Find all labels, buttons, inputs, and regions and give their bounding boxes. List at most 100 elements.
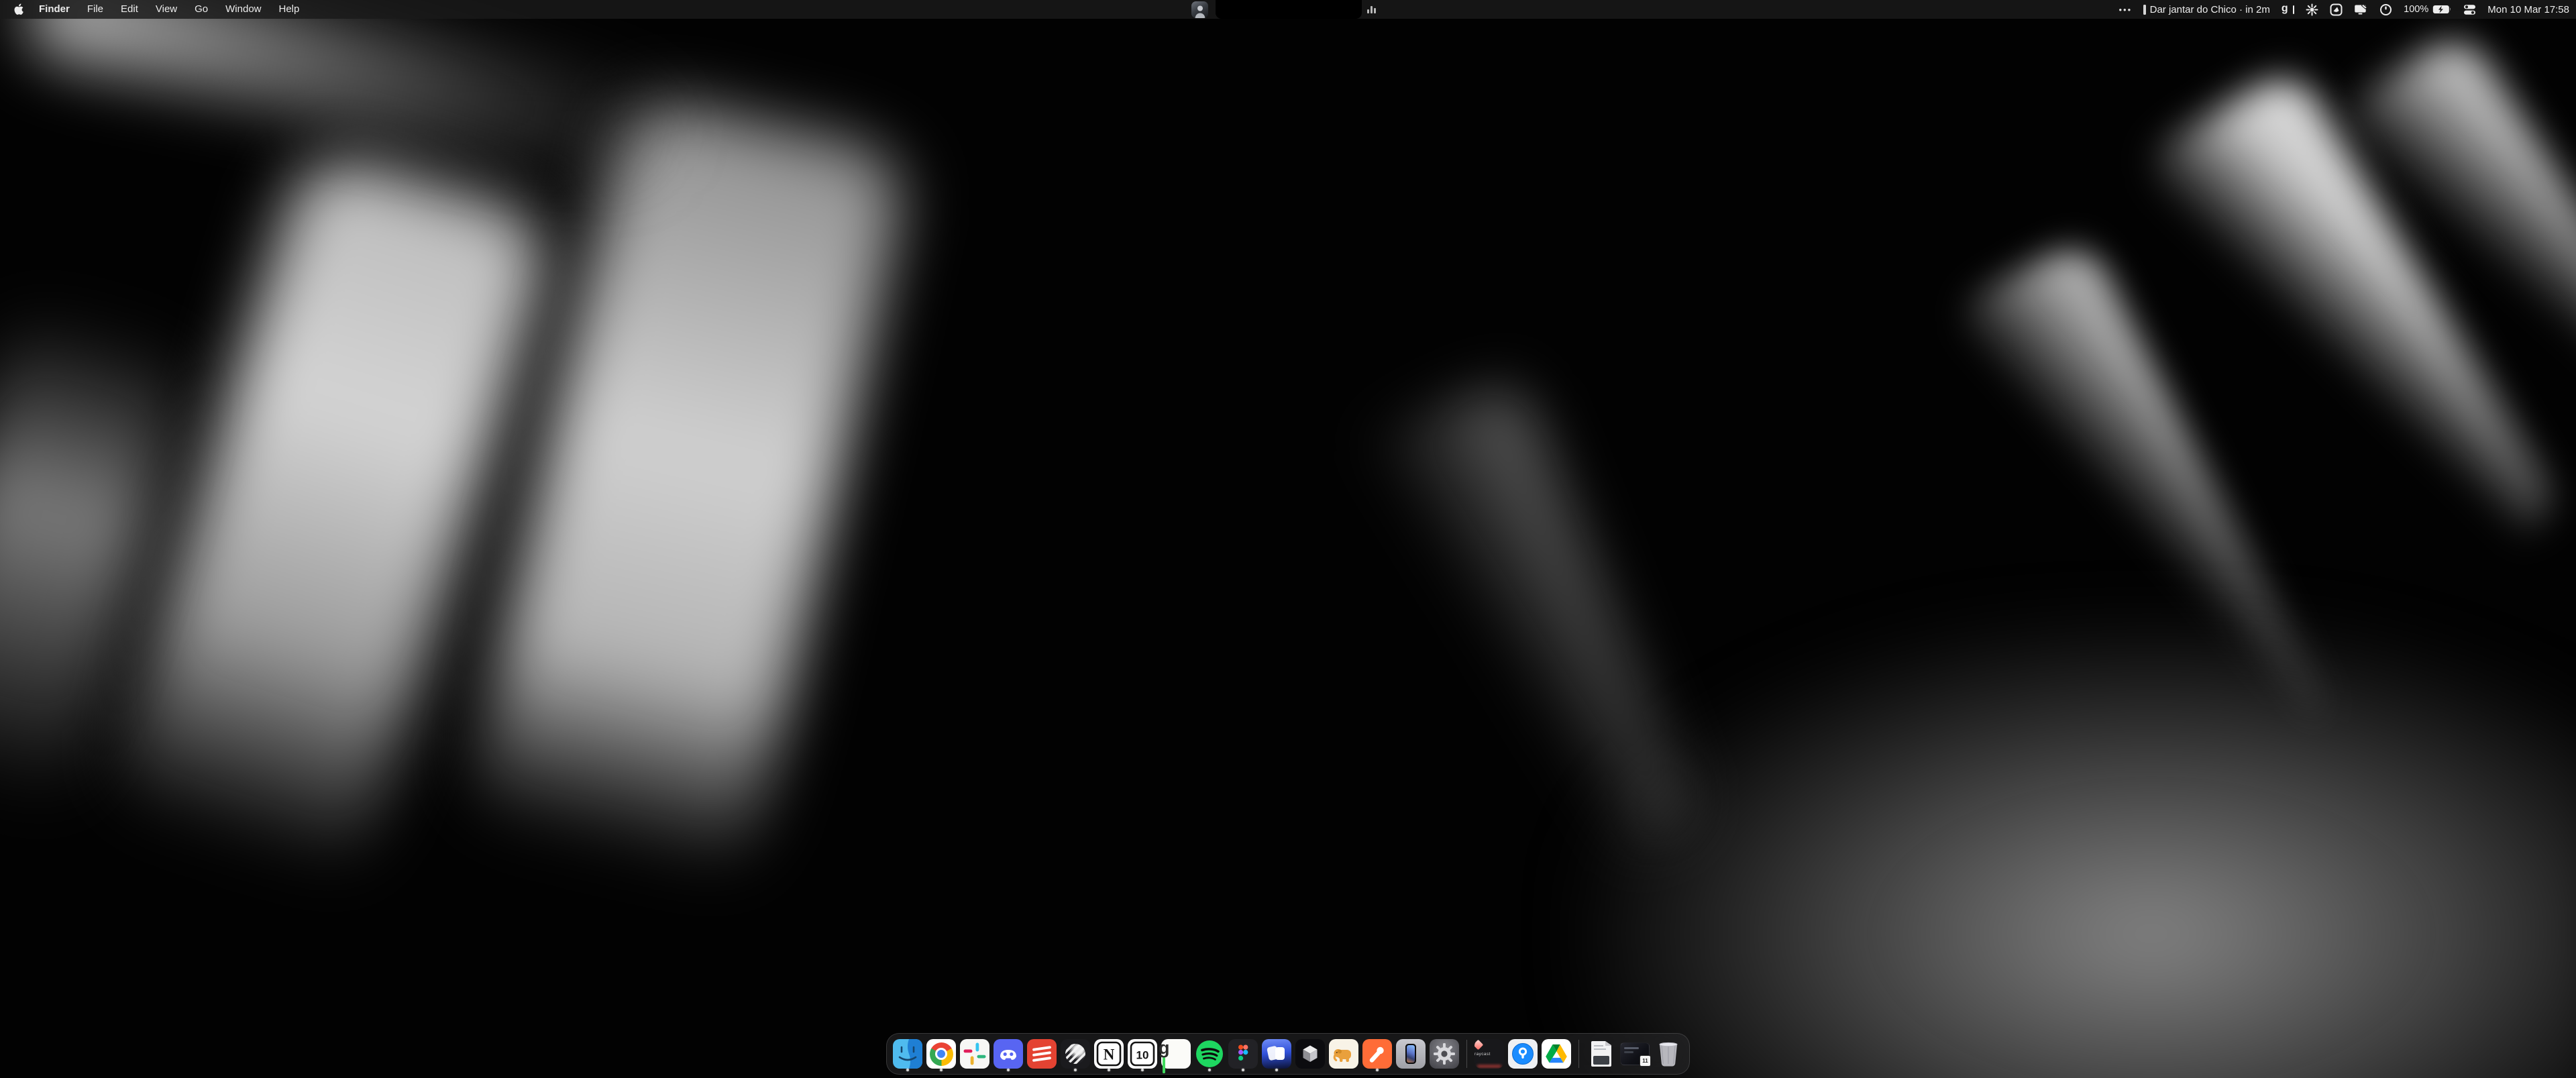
dock-screen-studio[interactable]: [1262, 1036, 1291, 1071]
menu-bar: Finder File Edit View Go Window Help •••…: [0, 0, 2576, 19]
iphone-mirroring-icon: [1396, 1039, 1426, 1069]
display-menubar-item[interactable]: [2354, 3, 2368, 15]
granola-menubar-item[interactable]: g: [2282, 3, 2294, 15]
dock-screenshot-file[interactable]: 11: [1620, 1036, 1650, 1071]
screen-studio-icon: [1262, 1039, 1291, 1069]
desktop: Finder File Edit View Go Window Help •••…: [0, 0, 2576, 1078]
dock-system-settings[interactable]: [1430, 1036, 1459, 1071]
gear-sun-icon: [2306, 3, 2318, 16]
dock-todoist[interactable]: [1027, 1036, 1057, 1071]
todoist-icon: [1027, 1039, 1057, 1069]
display-icon: [2354, 3, 2368, 15]
dock-notion[interactable]: N: [1094, 1036, 1124, 1071]
document-file-icon: [1591, 1041, 1611, 1067]
running-indicator: [1074, 1069, 1077, 1071]
dock-chrome[interactable]: [926, 1036, 956, 1071]
running-indicator: [940, 1069, 943, 1071]
granola-icon: g: [1161, 1039, 1191, 1069]
menu-bar-status: ••• Dar jantar do Chico · in 2m g: [2118, 3, 2576, 16]
gear-sun-menubar-item[interactable]: [2306, 3, 2318, 16]
dock-separator: [1578, 1040, 1579, 1068]
system-settings-icon: [1430, 1039, 1459, 1069]
keyhole-circle-icon: [2379, 3, 2392, 16]
overflow-menu-item[interactable]: •••: [2118, 5, 2132, 15]
running-indicator: [1275, 1069, 1278, 1071]
menu-view[interactable]: View: [147, 0, 186, 19]
running-indicator: [1007, 1069, 1010, 1071]
svg-text:10: 10: [1136, 1049, 1149, 1062]
finder-icon: [893, 1039, 922, 1069]
granola-g-icon: g: [2282, 3, 2288, 15]
menu-file[interactable]: File: [78, 0, 112, 19]
dock-spline[interactable]: [1295, 1036, 1325, 1071]
wallpaper-band: [464, 91, 912, 881]
battery-charging-icon: [2432, 5, 2452, 14]
dock: N 10 g: [886, 1033, 1690, 1075]
menu-bar-clock[interactable]: Mon 10 Mar 17:58: [2487, 4, 2569, 15]
wallpaper: [0, 0, 2576, 1078]
audio-bars-icon[interactable]: [1367, 6, 1376, 13]
dock-raycast[interactable]: raycast: [1474, 1036, 1504, 1071]
dock-notion-calendar[interactable]: 10: [1128, 1036, 1157, 1071]
screenshot-thumbnail-icon: 11: [1620, 1042, 1650, 1065]
dock-1password[interactable]: [1508, 1036, 1538, 1071]
rounded-shape-icon: [2330, 3, 2343, 16]
wallpaper-glow: [1583, 624, 2576, 1078]
linear-icon: [1061, 1039, 1090, 1069]
dock-finder[interactable]: [893, 1036, 922, 1071]
battery-percent: 100%: [2404, 4, 2428, 15]
running-indicator: [1376, 1069, 1379, 1071]
running-indicator: [1242, 1069, 1244, 1071]
google-drive-icon: [1542, 1039, 1571, 1069]
menu-window[interactable]: Window: [217, 0, 270, 19]
postico-elephant-icon: [1329, 1039, 1358, 1069]
menu-go[interactable]: Go: [186, 0, 217, 19]
onepassword-icon: [1508, 1039, 1538, 1069]
svg-text:N: N: [1104, 1046, 1115, 1063]
notion-icon: N: [1094, 1039, 1124, 1069]
postman-icon: [1362, 1039, 1392, 1069]
running-indicator: [1141, 1069, 1144, 1071]
control-center-icon: [2463, 4, 2476, 15]
notion-calendar-icon: 10: [1128, 1039, 1157, 1069]
battery-item[interactable]: 100%: [2404, 4, 2452, 15]
shape-menubar-item[interactable]: [2330, 3, 2343, 16]
active-app-menu[interactable]: Finder: [30, 0, 78, 19]
trash-icon: [1656, 1040, 1681, 1068]
dock-figma[interactable]: [1228, 1036, 1258, 1071]
apple-menu-icon[interactable]: [9, 3, 30, 15]
dock-discord[interactable]: [994, 1036, 1023, 1071]
spotify-icon: [1195, 1039, 1224, 1069]
spline-icon: [1295, 1039, 1325, 1069]
notch: [1216, 0, 1362, 19]
dock-granola[interactable]: g: [1161, 1036, 1191, 1071]
camera-preview-item[interactable]: [1191, 1, 1208, 18]
menu-bar-left: Finder File Edit View Go Window Help: [0, 0, 308, 19]
dock-slack[interactable]: [960, 1036, 989, 1071]
slack-icon: [960, 1039, 989, 1069]
dock-postman[interactable]: [1362, 1036, 1392, 1071]
running-indicator: [1108, 1069, 1110, 1071]
dock-spotify[interactable]: [1195, 1036, 1224, 1071]
dock-postico[interactable]: [1329, 1036, 1358, 1071]
calendar-event-item[interactable]: Dar jantar do Chico · in 2m: [2143, 4, 2270, 15]
dock-google-drive[interactable]: [1542, 1036, 1571, 1071]
chrome-icon: [926, 1039, 956, 1069]
running-indicator: [906, 1069, 909, 1071]
figma-icon: [1228, 1039, 1258, 1069]
menu-edit[interactable]: Edit: [112, 0, 147, 19]
control-center-item[interactable]: [2463, 4, 2476, 15]
discord-icon: [994, 1039, 1023, 1069]
text-caret-icon: [2293, 5, 2295, 14]
event-color-bar: [2143, 5, 2146, 15]
menu-help[interactable]: Help: [270, 0, 309, 19]
dock-trash[interactable]: [1654, 1036, 1683, 1071]
calendar-badge: 11: [1640, 1055, 1651, 1067]
dock-document-file[interactable]: [1587, 1036, 1616, 1071]
dock-linear[interactable]: [1061, 1036, 1090, 1071]
raycast-icon: raycast: [1474, 1039, 1504, 1069]
keyhole-menubar-item[interactable]: [2379, 3, 2392, 16]
dock-separator: [1466, 1040, 1467, 1068]
dock-iphone-mirroring[interactable]: [1396, 1036, 1426, 1071]
event-text: Dar jantar do Chico · in 2m: [2150, 4, 2270, 15]
